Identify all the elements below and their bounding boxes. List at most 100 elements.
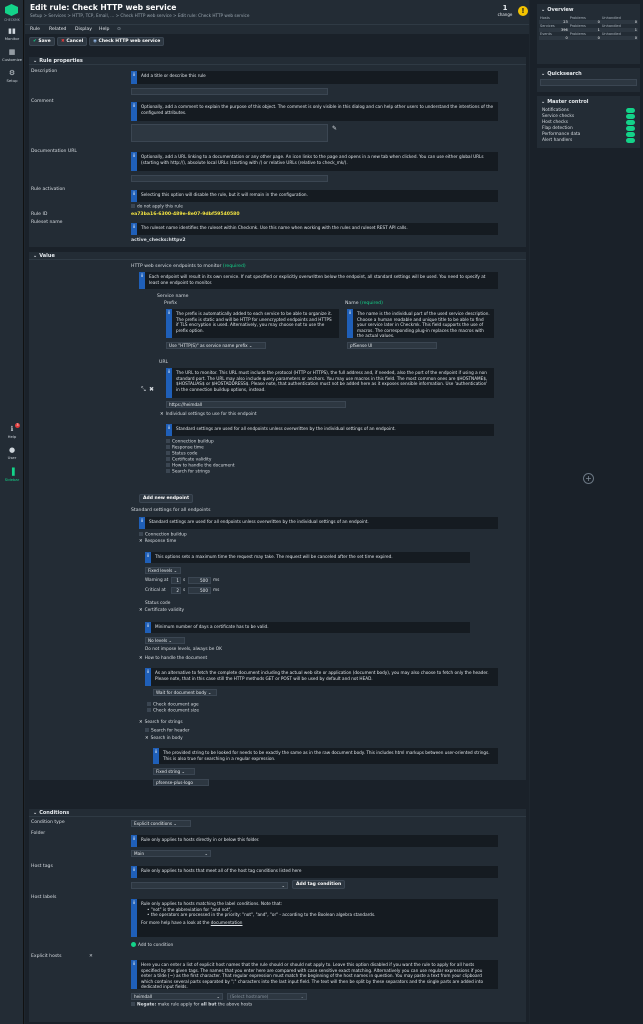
url-input[interactable]: https://heimdall [166,401,346,408]
nav-customize[interactable]: ▦ Customize [0,48,24,62]
do-not-apply-checkbox[interactable]: do not apply this rule [131,204,183,211]
folder-help: i Rule only applies to hosts directly in … [131,835,498,847]
rule-properties-header[interactable]: ⌄ Rule properties [29,57,526,65]
search-type-select[interactable]: Fixed string ⌄ [153,768,195,775]
name-input[interactable]: pfSense UI [347,342,437,349]
prefix-select[interactable]: Use "HTTP(S)" as service name prefix ⌄ [166,342,266,349]
add-to-condition-button[interactable]: Add to condition [131,942,173,949]
warning-at-label: Warning at [145,578,169,583]
toolbar: ✔ Save ✖ Cancel ◉ Check HTTP web service [25,35,529,48]
host-select[interactable]: heimdall ⌄ [131,993,223,1000]
menu-search-icon[interactable]: ⊙ [117,27,121,32]
value-header[interactable]: ⌄ Value [29,252,526,260]
flap-detection-toggle[interactable] [626,126,635,131]
search-help: i The provided string to be looked for ne… [153,748,498,764]
cert-levels-select[interactable]: No levels ⌄ [145,637,185,644]
doc-url-help: i Optionally, add a URL linking to a docu… [131,152,498,171]
endpoints-help: i Each endpoint will result in its own se… [139,272,498,289]
pending-changes[interactable]: 1 change [495,4,515,17]
cancel-button[interactable]: ✖ Cancel [57,37,88,46]
overview-header[interactable]: ⌄ Overview [537,4,640,16]
checkbox-box [166,463,170,467]
std-connection-checkbox[interactable]: Connection buildup [139,532,187,539]
master-control-header[interactable]: ⌄ Master control [537,96,640,108]
critical-s-input[interactable]: 2 [171,587,181,594]
ind-item-strings[interactable]: Search for strings [166,469,210,476]
check-size-checkbox[interactable]: Check document size [147,708,199,715]
cert-validity-toggle[interactable]: ✕ Certificate validity [139,608,184,614]
alert-handlers-toggle[interactable] [626,138,635,143]
nav-help[interactable]: ℹ Help [0,425,24,439]
conditions-section: ⌄ Conditions Condition type Explicit cond… [29,809,526,1022]
host-tags-help: i Rule only applies to hosts that meet al… [131,866,498,878]
documentation-link[interactable]: documentation [211,920,243,925]
description-label: Description [31,69,58,74]
menu-display[interactable]: Display [75,27,92,32]
rule-id-label: Rule ID [31,212,48,217]
service-checks-toggle[interactable] [626,114,635,119]
status-code-checkbox[interactable]: Status code [145,601,170,607]
nav-sidebar[interactable]: ▐ Sidebar [0,468,24,482]
notifications-toggle[interactable] [626,108,635,113]
search-string-input[interactable]: pfsense-plus-logo [153,779,209,786]
doc-url-input[interactable] [131,175,328,182]
check-http-button[interactable]: ◉ Check HTTP web service [89,37,165,46]
conditions-header[interactable]: ⌄ Conditions [29,809,526,817]
comment-edit-icon[interactable]: ✎ [332,125,337,132]
add-tag-condition-button[interactable]: Add tag condition [292,880,346,889]
nav-setup[interactable]: ⚙ Setup [0,69,24,83]
menu-rule[interactable]: Rule [30,27,40,32]
warning-icon[interactable]: ! [518,6,528,16]
handle-doc-toggle[interactable]: ✕ How to handle the document [139,656,207,662]
warning-ms-input[interactable]: 500 [188,577,211,584]
explicit-hosts-remove-icon[interactable]: ✕ [89,954,93,959]
comment-textarea[interactable] [131,124,328,142]
drag-handle-icon[interactable]: ⤡ [141,386,146,394]
add-snapin-icon[interactable]: + [583,473,594,484]
negate-checkbox[interactable]: Negate: make rule apply for all but the … [131,1002,252,1009]
master-flap-detection: Flap detection [542,126,573,131]
nav-monitor[interactable]: ▮▮ Monitor [0,27,24,41]
ruleset-label: Ruleset name [31,220,63,225]
critical-ms-input[interactable]: 500 [188,587,211,594]
comment-help: i Optionally, add a comment to explain th… [131,102,498,121]
ruleset-name: active_checks:httpv2 [131,238,186,243]
save-button[interactable]: ✔ Save [29,37,55,46]
search-strings-toggle[interactable]: ✕ Search for strings [139,720,183,726]
response-levels-select[interactable]: Fixed levels ⌄ [145,567,181,574]
warning-s-input[interactable]: 1 [171,577,181,584]
menu-help[interactable]: Help [99,27,109,32]
host-tag-select[interactable]: ⌄ [131,882,288,889]
quicksearch-input[interactable] [540,79,637,86]
individual-settings-toggle[interactable]: ✕ Individual settings to use for this end… [160,412,257,418]
breadcrumb[interactable]: Setup > Services > HTTP, TCP, Email, ...… [30,13,249,18]
no-impose-text: Do not impose levels, always be OK [145,647,222,652]
doc-body-select[interactable]: Wait for document body ⌄ [153,689,217,696]
host-checks-toggle[interactable] [626,120,635,125]
condition-type-select[interactable]: Explicit conditions ⌄ [131,820,191,827]
url-label: URL [159,360,169,365]
host-labels-label: Host labels [31,895,57,900]
search-header-checkbox[interactable]: Search for header [145,728,190,735]
close-icon: ✕ [139,608,143,613]
warning-ms-unit: ms [213,578,220,583]
checkbox-box [166,451,170,455]
master-service-checks: Service checks [542,114,575,119]
help-icon: ℹ [10,425,14,433]
sidebar-icon: ▐ [9,468,15,476]
nav-user[interactable]: ● User [0,446,24,460]
hostname-select[interactable]: (Select hostname) ⌄ [227,993,307,1000]
page-title: Edit rule: Check HTTP web service [30,3,177,12]
checkmk-logo-icon[interactable] [5,4,18,16]
search-body-toggle[interactable]: ✕ Search in body [145,736,183,742]
activation-help: i Selecting this option will disable the … [131,190,498,202]
performance-data-toggle[interactable] [626,132,635,137]
std-response-time-toggle[interactable]: ✕ Response time [139,539,176,545]
menu-related[interactable]: Related [49,27,66,32]
folder-select[interactable]: Main ⌄ [131,850,211,857]
add-endpoint-button[interactable]: Add new endpoint [139,494,194,503]
warning-s-unit: s [183,578,186,583]
delete-endpoint-icon[interactable]: ✖ [149,386,154,393]
description-input[interactable] [131,88,328,95]
overview-snapin: ⌄ Overview Hosts Problems Unhandled 23 0 0 Se… [537,4,640,64]
